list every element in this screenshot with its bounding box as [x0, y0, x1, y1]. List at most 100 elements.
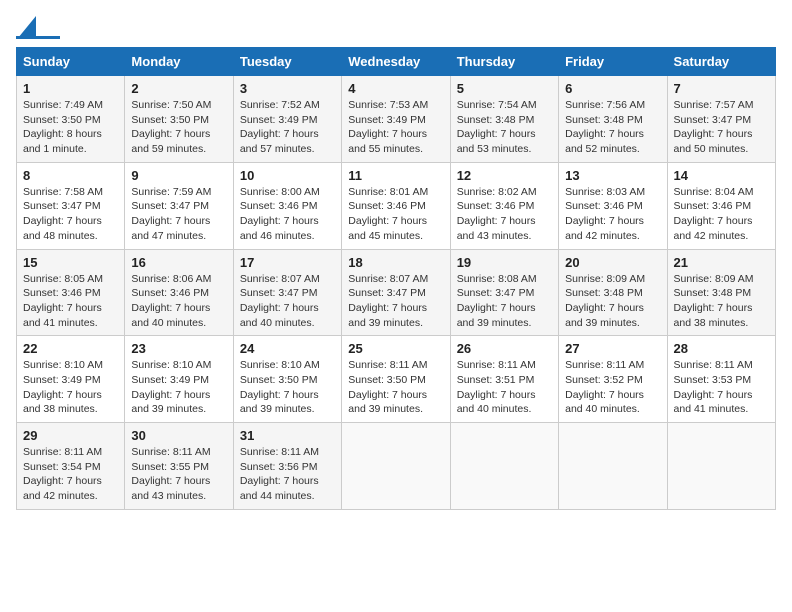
day-number: 15: [23, 255, 118, 270]
logo-triangle-icon: [18, 16, 36, 38]
day-number: 7: [674, 81, 769, 96]
day-number: 13: [565, 168, 660, 183]
day-number: 22: [23, 341, 118, 356]
day-info: Sunrise: 8:07 AMSunset: 3:47 PMDaylight:…: [348, 273, 428, 329]
day-number: 2: [131, 81, 226, 96]
day-info: Sunrise: 8:05 AMSunset: 3:46 PMDaylight:…: [23, 273, 103, 329]
day-info: Sunrise: 8:02 AMSunset: 3:46 PMDaylight:…: [457, 186, 537, 242]
calendar-cell: 15 Sunrise: 8:05 AMSunset: 3:46 PMDayligh…: [17, 249, 125, 336]
day-info: Sunrise: 7:57 AMSunset: 3:47 PMDaylight:…: [674, 99, 754, 155]
col-header-friday: Friday: [559, 48, 667, 76]
day-info: Sunrise: 8:09 AMSunset: 3:48 PMDaylight:…: [674, 273, 754, 329]
day-info: Sunrise: 8:03 AMSunset: 3:46 PMDaylight:…: [565, 186, 645, 242]
calendar-cell: 3 Sunrise: 7:52 AMSunset: 3:49 PMDaylight…: [233, 76, 341, 163]
calendar-cell: 7 Sunrise: 7:57 AMSunset: 3:47 PMDaylight…: [667, 76, 775, 163]
calendar-cell: 5Sunrise: 7:54 AMSunset: 3:48 PMDaylight…: [450, 76, 558, 163]
day-number: 9: [131, 168, 226, 183]
calendar-cell: 6 Sunrise: 7:56 AMSunset: 3:48 PMDaylight…: [559, 76, 667, 163]
day-info: Sunrise: 8:11 AMSunset: 3:55 PMDaylight:…: [131, 446, 210, 502]
calendar-cell: 1 Sunrise: 7:49 AMSunset: 3:50 PMDaylight…: [17, 76, 125, 163]
day-info: Sunrise: 8:11 AMSunset: 3:53 PMDaylight:…: [674, 359, 753, 415]
day-info: Sunrise: 7:59 AMSunset: 3:47 PMDaylight:…: [131, 186, 211, 242]
day-number: 18: [348, 255, 443, 270]
day-number: 28: [674, 341, 769, 356]
calendar-cell: 4 Sunrise: 7:53 AMSunset: 3:49 PMDaylight…: [342, 76, 450, 163]
calendar-cell: 19 Sunrise: 8:08 AMSunset: 3:47 PMDayligh…: [450, 249, 558, 336]
day-info: Sunrise: 8:11 AMSunset: 3:50 PMDaylight:…: [348, 359, 427, 415]
day-info: Sunrise: 7:53 AMSunset: 3:49 PMDaylight:…: [348, 99, 428, 155]
calendar-cell: 12 Sunrise: 8:02 AMSunset: 3:46 PMDayligh…: [450, 162, 558, 249]
col-header-sunday: Sunday: [17, 48, 125, 76]
calendar-cell: 10 Sunrise: 8:00 AMSunset: 3:46 PMDayligh…: [233, 162, 341, 249]
calendar-cell: 18 Sunrise: 8:07 AMSunset: 3:47 PMDayligh…: [342, 249, 450, 336]
day-number: 30: [131, 428, 226, 443]
calendar-cell: 2 Sunrise: 7:50 AMSunset: 3:50 PMDaylight…: [125, 76, 233, 163]
calendar-cell: [667, 423, 775, 510]
day-info: Sunrise: 8:10 AMSunset: 3:50 PMDaylight:…: [240, 359, 320, 415]
calendar-cell: 16 Sunrise: 8:06 AMSunset: 3:46 PMDayligh…: [125, 249, 233, 336]
calendar-cell: 25 Sunrise: 8:11 AMSunset: 3:50 PMDayligh…: [342, 336, 450, 423]
day-info: Sunrise: 8:07 AMSunset: 3:47 PMDaylight:…: [240, 273, 320, 329]
day-info: Sunrise: 8:10 AMSunset: 3:49 PMDaylight:…: [23, 359, 103, 415]
logo: [16, 16, 60, 39]
calendar-cell: 21 Sunrise: 8:09 AMSunset: 3:48 PMDayligh…: [667, 249, 775, 336]
day-number: 26: [457, 341, 552, 356]
day-number: 17: [240, 255, 335, 270]
calendar-cell: 8 Sunrise: 7:58 AMSunset: 3:47 PMDaylight…: [17, 162, 125, 249]
day-info: Sunrise: 8:08 AMSunset: 3:47 PMDaylight:…: [457, 273, 537, 329]
calendar-cell: 24Sunrise: 8:10 AMSunset: 3:50 PMDayligh…: [233, 336, 341, 423]
day-number: 25: [348, 341, 443, 356]
day-info: Sunrise: 8:01 AMSunset: 3:46 PMDaylight:…: [348, 186, 428, 242]
day-info: Sunrise: 8:06 AMSunset: 3:46 PMDaylight:…: [131, 273, 211, 329]
day-number: 20: [565, 255, 660, 270]
calendar-cell: [342, 423, 450, 510]
day-number: 10: [240, 168, 335, 183]
calendar-cell: 23 Sunrise: 8:10 AMSunset: 3:49 PMDayligh…: [125, 336, 233, 423]
col-header-wednesday: Wednesday: [342, 48, 450, 76]
calendar-cell: 20 Sunrise: 8:09 AMSunset: 3:48 PMDayligh…: [559, 249, 667, 336]
day-number: 8: [23, 168, 118, 183]
day-number: 3: [240, 81, 335, 96]
calendar-cell: [559, 423, 667, 510]
day-number: 5: [457, 81, 552, 96]
day-info: Sunrise: 8:09 AMSunset: 3:48 PMDaylight:…: [565, 273, 645, 329]
day-info: Sunrise: 7:56 AMSunset: 3:48 PMDaylight:…: [565, 99, 645, 155]
day-number: 12: [457, 168, 552, 183]
day-info: Sunrise: 8:11 AMSunset: 3:52 PMDaylight:…: [565, 359, 644, 415]
day-number: 4: [348, 81, 443, 96]
col-header-tuesday: Tuesday: [233, 48, 341, 76]
day-info: Sunrise: 8:00 AMSunset: 3:46 PMDaylight:…: [240, 186, 320, 242]
col-header-monday: Monday: [125, 48, 233, 76]
day-info: Sunrise: 7:58 AMSunset: 3:47 PMDaylight:…: [23, 186, 103, 242]
day-number: 21: [674, 255, 769, 270]
day-info: Sunrise: 7:52 AMSunset: 3:49 PMDaylight:…: [240, 99, 320, 155]
day-number: 27: [565, 341, 660, 356]
day-info: Sunrise: 8:11 AMSunset: 3:54 PMDaylight:…: [23, 446, 102, 502]
calendar-cell: [450, 423, 558, 510]
calendar-cell: 31 Sunrise: 8:11 AMSunset: 3:56 PMDayligh…: [233, 423, 341, 510]
day-info: Sunrise: 8:11 AMSunset: 3:51 PMDaylight:…: [457, 359, 536, 415]
calendar-cell: 9 Sunrise: 7:59 AMSunset: 3:47 PMDaylight…: [125, 162, 233, 249]
day-info: Sunrise: 8:04 AMSunset: 3:46 PMDaylight:…: [674, 186, 754, 242]
day-number: 16: [131, 255, 226, 270]
day-number: 6: [565, 81, 660, 96]
calendar-cell: 22 Sunrise: 8:10 AMSunset: 3:49 PMDayligh…: [17, 336, 125, 423]
calendar-cell: 26 Sunrise: 8:11 AMSunset: 3:51 PMDayligh…: [450, 336, 558, 423]
calendar-cell: 27 Sunrise: 8:11 AMSunset: 3:52 PMDayligh…: [559, 336, 667, 423]
day-number: 31: [240, 428, 335, 443]
calendar-cell: 28 Sunrise: 8:11 AMSunset: 3:53 PMDayligh…: [667, 336, 775, 423]
day-info: Sunrise: 8:10 AMSunset: 3:49 PMDaylight:…: [131, 359, 211, 415]
day-number: 19: [457, 255, 552, 270]
day-info: Sunrise: 8:11 AMSunset: 3:56 PMDaylight:…: [240, 446, 319, 502]
day-info: Sunrise: 7:49 AMSunset: 3:50 PMDaylight:…: [23, 99, 103, 155]
calendar-cell: 11Sunrise: 8:01 AMSunset: 3:46 PMDayligh…: [342, 162, 450, 249]
col-header-saturday: Saturday: [667, 48, 775, 76]
day-number: 23: [131, 341, 226, 356]
calendar-cell: 17 Sunrise: 8:07 AMSunset: 3:47 PMDayligh…: [233, 249, 341, 336]
day-info: Sunrise: 7:50 AMSunset: 3:50 PMDaylight:…: [131, 99, 211, 155]
day-number: 1: [23, 81, 118, 96]
day-number: 29: [23, 428, 118, 443]
day-number: 14: [674, 168, 769, 183]
calendar-cell: 13 Sunrise: 8:03 AMSunset: 3:46 PMDayligh…: [559, 162, 667, 249]
calendar-cell: 30 Sunrise: 8:11 AMSunset: 3:55 PMDayligh…: [125, 423, 233, 510]
